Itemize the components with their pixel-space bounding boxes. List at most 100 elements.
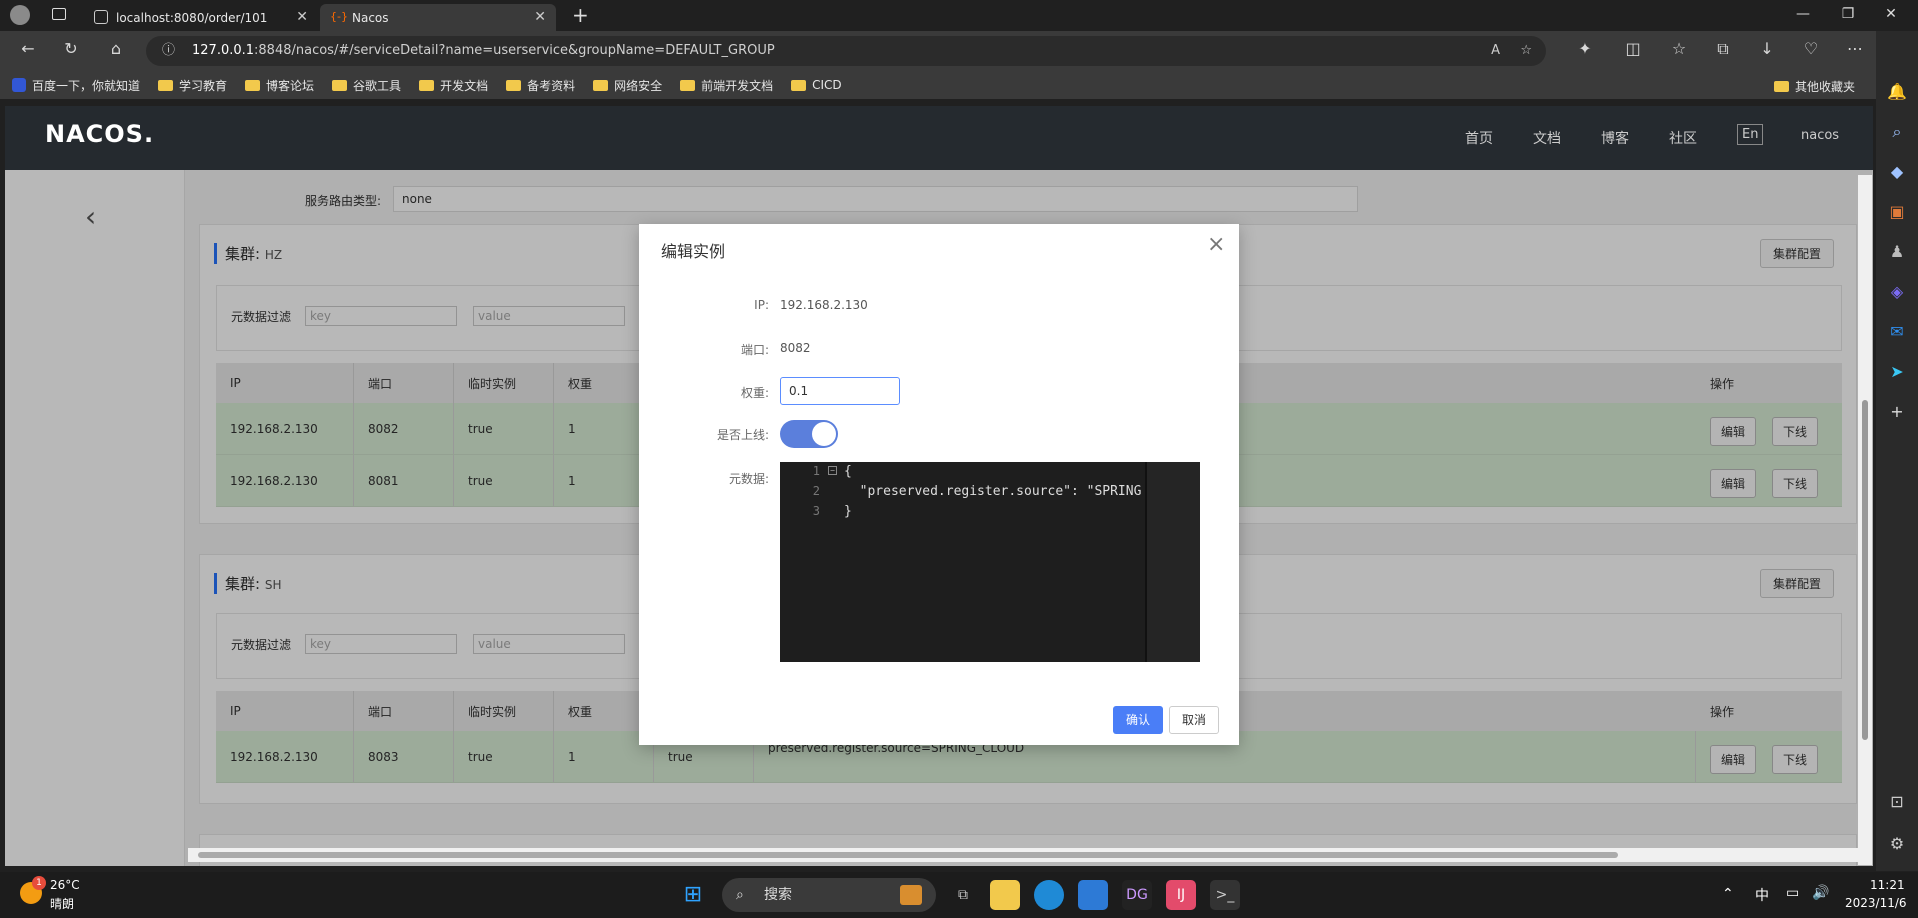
vertical-scrollbar[interactable] — [1858, 175, 1872, 865]
performance-icon[interactable]: ♡ — [1798, 39, 1824, 58]
bookmarks-bar: 百度一下，你就知道 学习教育 博客论坛 谷歌工具 开发文档 备考资料 网络安全 … — [0, 71, 1918, 99]
close-icon[interactable]: × — [1207, 232, 1225, 257]
bookmark-baidu[interactable]: 百度一下，你就知道 — [12, 77, 140, 94]
datagrip-icon[interactable]: DG — [1122, 880, 1152, 910]
bookmark-folder[interactable]: 开发文档 — [419, 77, 488, 94]
office-icon[interactable]: ◈ — [1884, 279, 1910, 305]
favorite-star-icon[interactable]: ☆ — [1520, 36, 1532, 66]
home-icon[interactable]: ⌂ — [103, 39, 129, 58]
fold-icon[interactable]: − — [828, 466, 837, 475]
nacos-logo[interactable]: NACOS. — [45, 120, 154, 148]
tab-order[interactable]: localhost:8080/order/101 ✕ — [84, 4, 318, 31]
cancel-button[interactable]: 取消 — [1169, 706, 1219, 734]
ip-label: IP: — [754, 298, 769, 312]
windows-taskbar: 1 26°C 晴朗 ⊞ ⌕ 搜索 ⧉ DG IJ >_ ⌃ 中 ▭ 🔊 11:2… — [0, 872, 1918, 918]
notification-icon[interactable]: 🔔 — [1884, 79, 1910, 105]
code-line: "preserved.register.source": "SPRING — [844, 484, 1142, 499]
clock-time[interactable]: 11:21 — [1870, 878, 1905, 892]
scroll-thumb[interactable] — [1862, 400, 1868, 740]
bookmark-folder[interactable]: 博客论坛 — [245, 77, 314, 94]
intellij-icon[interactable]: IJ — [1166, 880, 1196, 910]
tray-chevron-icon[interactable]: ⌃ — [1722, 886, 1734, 902]
games-icon[interactable]: ♟ — [1884, 239, 1910, 265]
nav-blog[interactable]: 博客 — [1601, 128, 1629, 148]
info-icon[interactable]: ⓘ — [162, 36, 175, 66]
search-icon[interactable]: ⌕ — [1884, 119, 1910, 145]
favorites-icon[interactable]: ☆ — [1666, 39, 1692, 58]
bookmark-folder[interactable]: CICD — [791, 78, 842, 92]
line-number: 3 — [812, 504, 820, 518]
toggle-knob — [812, 422, 836, 446]
port-label: 端口: — [740, 343, 769, 357]
restore-icon[interactable]: ❐ — [1833, 6, 1863, 22]
user-name[interactable]: nacos — [1801, 128, 1839, 143]
page-icon — [94, 10, 108, 24]
start-icon[interactable]: ⊞ — [678, 880, 708, 910]
bookmark-folder[interactable]: 备考资料 — [506, 77, 575, 94]
minimize-icon[interactable]: — — [1788, 6, 1818, 22]
online-toggle[interactable] — [780, 420, 838, 448]
split-screen-icon[interactable]: ◫ — [1620, 39, 1646, 58]
bookmark-folder[interactable]: 学习教育 — [158, 77, 227, 94]
folder-icon — [1774, 81, 1789, 92]
ime-indicator[interactable]: 中 — [1755, 885, 1769, 905]
horizontal-scrollbar[interactable] — [188, 848, 1860, 862]
reload-icon[interactable]: ↻ — [58, 39, 84, 58]
address-bar[interactable]: ⓘ 127.0.0.1:8848/nacos/#/serviceDetail?n… — [146, 36, 1546, 66]
terminal-icon[interactable]: >_ — [1210, 880, 1240, 910]
taskbar-search[interactable]: ⌕ 搜索 — [722, 878, 936, 912]
outlook-icon[interactable]: ✉ — [1884, 319, 1910, 345]
close-window-icon[interactable]: ✕ — [1876, 6, 1906, 22]
editor-minimap[interactable] — [1145, 462, 1200, 662]
settings-icon[interactable]: ⚙ — [1884, 831, 1910, 857]
read-aloud-icon[interactable]: A — [1491, 36, 1500, 66]
new-tab-button[interactable]: + — [572, 3, 589, 27]
shopping-icon[interactable]: ◆ — [1884, 159, 1910, 185]
store-icon[interactable] — [1078, 880, 1108, 910]
code-line: } — [844, 504, 852, 519]
address-path: :8848/nacos/#/serviceDetail?name=userser… — [254, 43, 775, 58]
metadata-editor[interactable]: 1 2 3 − { "preserved.register.source": "… — [780, 462, 1200, 662]
confirm-button[interactable]: 确认 — [1113, 706, 1163, 734]
scroll-thumb[interactable] — [198, 852, 1618, 858]
tab-actions-icon[interactable] — [52, 8, 66, 20]
nacos-header: NACOS. 首页 文档 博客 社区 En nacos — [5, 106, 1873, 170]
add-icon[interactable]: + — [1884, 399, 1910, 425]
network-icon[interactable]: ▭ — [1786, 885, 1799, 901]
nav-docs[interactable]: 文档 — [1533, 128, 1561, 148]
volume-icon[interactable]: 🔊 — [1812, 885, 1829, 901]
bookmark-folder[interactable]: 前端开发文档 — [680, 77, 773, 94]
tab-nacos[interactable]: {-} Nacos ✕ — [320, 4, 556, 31]
file-explorer-icon[interactable] — [990, 880, 1020, 910]
weight-input[interactable]: 0.1 — [780, 377, 900, 405]
folder-icon — [791, 79, 807, 91]
send-icon[interactable]: ➤ — [1884, 359, 1910, 385]
briefcase-icon — [900, 885, 922, 905]
weather-temp[interactable]: 26°C — [50, 878, 80, 892]
tools-icon[interactable]: ▣ — [1884, 199, 1910, 225]
browser-tab-strip: localhost:8080/order/101 ✕ {-} Nacos ✕ +… — [0, 0, 1918, 31]
edge-icon[interactable] — [1034, 880, 1064, 910]
extensions-icon[interactable]: ✦ — [1572, 39, 1598, 58]
task-view-icon[interactable]: ⧉ — [948, 880, 978, 910]
nav-community[interactable]: 社区 — [1669, 128, 1697, 148]
folder-icon — [158, 79, 174, 91]
bookmark-folder[interactable]: 网络安全 — [593, 77, 662, 94]
browser-toolbar: ← ↻ ⌂ ⓘ 127.0.0.1:8848/nacos/#/serviceDe… — [0, 31, 1918, 71]
screenshot-icon[interactable]: ⊡ — [1884, 789, 1910, 815]
close-icon[interactable]: ✕ — [296, 9, 308, 25]
clock-date[interactable]: 2023/11/6 — [1845, 896, 1907, 910]
more-menu-icon[interactable]: ⋯ — [1842, 39, 1868, 58]
folder-icon — [506, 79, 522, 91]
downloads-icon[interactable]: ↓ — [1754, 39, 1780, 58]
back-icon[interactable]: ← — [15, 39, 41, 58]
other-bookmarks[interactable]: 其他收藏夹 — [1774, 78, 1855, 95]
bookmark-folder[interactable]: 谷歌工具 — [332, 77, 401, 94]
profile-avatar[interactable] — [10, 5, 30, 25]
language-button[interactable]: En — [1737, 124, 1764, 145]
nav-home[interactable]: 首页 — [1465, 128, 1493, 148]
dialog-title: 编辑实例 — [661, 242, 726, 261]
close-icon[interactable]: ✕ — [534, 9, 546, 25]
weather-badge: 1 — [32, 876, 46, 890]
collections-icon[interactable]: ⧉ — [1710, 39, 1736, 59]
